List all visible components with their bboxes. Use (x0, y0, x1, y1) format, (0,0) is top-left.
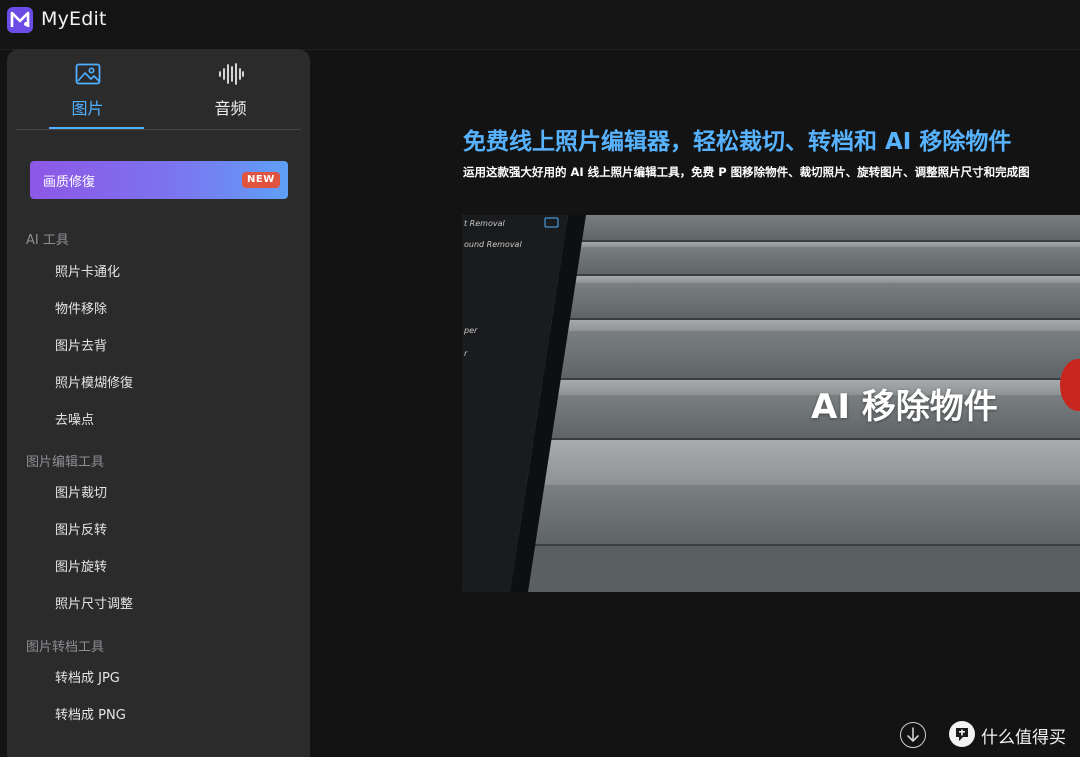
menu-item-flip[interactable]: 图片反转 (55, 519, 107, 538)
menu-item-deblur[interactable]: 照片模煳修復 (55, 372, 133, 391)
myedit-logo-icon[interactable] (7, 7, 33, 33)
section-title-convert-tools: 图片转档工具 (26, 640, 105, 655)
menu-item-convert-png[interactable]: 转档成 PNG (55, 704, 126, 723)
hero-preview-image: t Removal ound Removal per r AI 移除物件 (462, 215, 1080, 592)
tab-audio[interactable]: 音频 (183, 63, 278, 129)
smzdm-logo-icon (949, 721, 975, 747)
watermark-text: 什么值得买 (981, 728, 1066, 748)
hero-panel-label-4: r (464, 349, 468, 358)
new-badge: NEW (242, 172, 280, 188)
page-headline: 免费线上照片编辑器，轻松裁切、转档和 AI 移除物件 (463, 129, 1012, 155)
scroll-down-button[interactable] (900, 722, 926, 748)
menu-item-denoise[interactable]: 去噪点 (55, 409, 94, 428)
hero-panel-label-2: ound Removal (464, 240, 522, 249)
menu-item-convert-jpg[interactable]: 转档成 JPG (55, 667, 120, 686)
image-icon (40, 63, 135, 89)
menu-item-background-removal[interactable]: 图片去背 (55, 335, 107, 354)
top-bar: MyEdit (0, 0, 1080, 50)
menu-item-object-removal[interactable]: 物件移除 (55, 298, 107, 317)
menu-item-crop[interactable]: 图片裁切 (55, 482, 107, 501)
section-title-edit-tools: 图片编辑工具 (26, 455, 105, 470)
tab-audio-label: 音频 (214, 99, 247, 118)
section-title-ai-tools: AI 工具 (26, 233, 69, 248)
arrow-down-circle-icon (907, 727, 919, 742)
tab-image[interactable]: 图片 (40, 63, 135, 129)
app-title[interactable]: MyEdit (41, 8, 107, 30)
page-subheadline: 运用这款强大好用的 AI 线上照片编辑工具，免费 P 图移除物件、裁切照片、旋转… (463, 165, 1030, 179)
enhance-quality-label: 画质修復 (43, 175, 96, 190)
audio-wave-icon (183, 63, 278, 89)
tool-tabs: 图片 音频 (16, 49, 301, 130)
hero-panel-label-1: t Removal (464, 219, 505, 228)
hero-panel-label-3: per (464, 326, 478, 335)
menu-item-cartoonize[interactable]: 照片卡通化 (55, 261, 120, 280)
menu-item-rotate[interactable]: 图片旋转 (55, 556, 107, 575)
menu-item-resize[interactable]: 照片尺寸调整 (55, 593, 133, 612)
active-tab-indicator (49, 127, 144, 129)
enhance-quality-button[interactable]: 画质修復 NEW (30, 161, 288, 199)
hero-overlay-text: AI 移除物件 (811, 387, 998, 427)
tab-image-label: 图片 (71, 99, 104, 118)
sidebar: 图片 音频 画质修復 NEW AI 工具 照片卡通化 物件移除 图片去背 照片模… (7, 49, 310, 757)
